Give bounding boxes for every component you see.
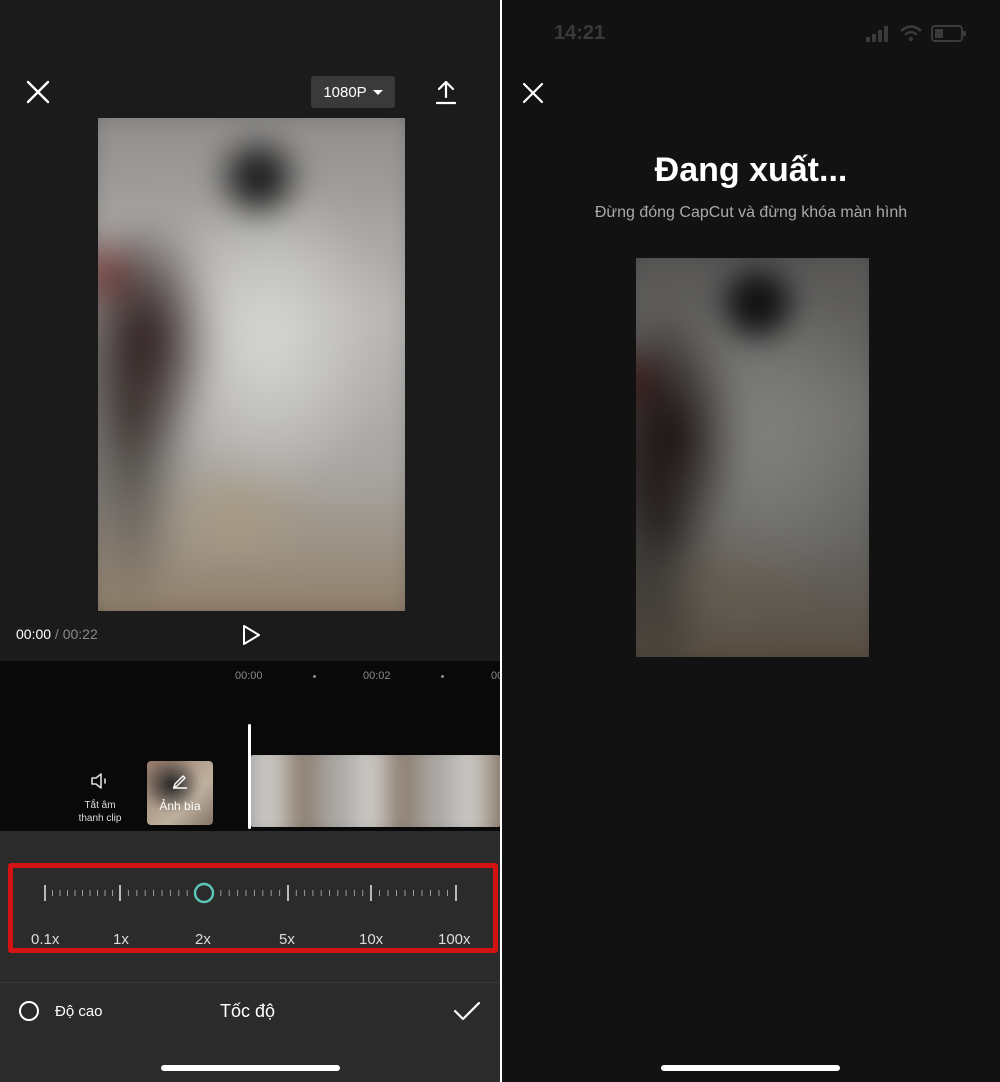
- timeline-dot: [313, 675, 316, 678]
- export-subtitle: Đừng đóng CapCut và đừng khóa màn hình: [594, 204, 908, 221]
- speed-scale-label: 2x: [195, 931, 211, 948]
- export-title: Đang xuất...: [654, 151, 848, 189]
- divider: [0, 982, 500, 983]
- home-indicator: [661, 1065, 840, 1071]
- close-button[interactable]: [24, 78, 52, 106]
- playback-time: 00:00 / 00:22: [16, 626, 98, 642]
- speed-panel: 0.1x 1x 2x 5x 10x 100x Độ cao Tốc độ: [0, 831, 500, 1082]
- status-time: 14:21: [554, 22, 606, 44]
- export-button[interactable]: [432, 78, 460, 106]
- mute-clip-button[interactable]: Tắt âm thanh clip: [72, 771, 128, 825]
- home-indicator: [161, 1065, 340, 1071]
- pitch-radio[interactable]: [19, 1001, 39, 1021]
- speed-scale-label: 0.1x: [31, 931, 60, 948]
- current-time: 00:00: [16, 626, 52, 642]
- edit-pen-icon: [173, 775, 187, 789]
- resolution-label: 1080P: [323, 83, 367, 101]
- cover-label: Ảnh bìa: [159, 799, 201, 813]
- speed-scale-label: 5x: [279, 931, 295, 948]
- time-separator: /: [51, 626, 63, 642]
- cancel-export-button[interactable]: [520, 80, 546, 106]
- timeline[interactable]: 00:00 00:02 00 Tắt âm thanh clip Ảnh bìa: [0, 661, 500, 831]
- upload-icon: [435, 80, 457, 105]
- total-time: 00:22: [62, 626, 98, 642]
- video-preview[interactable]: [98, 118, 405, 611]
- cover-button[interactable]: Ảnh bìa: [147, 761, 213, 825]
- play-icon: [243, 625, 260, 645]
- timeline-tick-label: 00:02: [363, 670, 391, 682]
- confirm-button[interactable]: [452, 997, 482, 1025]
- check-icon: [453, 1001, 481, 1021]
- edit-screen: 1080P 00:00 / 00:22 00:00 00:02 00 Tắt â…: [0, 0, 500, 1082]
- resolution-dropdown[interactable]: 1080P: [311, 76, 395, 108]
- speed-slider[interactable]: [0, 861, 500, 921]
- speed-scale-label: 10x: [359, 931, 384, 948]
- video-clip-track[interactable]: [251, 755, 500, 827]
- mute-label-line1: Tắt âm: [84, 800, 116, 811]
- mute-label-line2: thanh clip: [78, 813, 122, 824]
- pitch-label[interactable]: Độ cao: [55, 1003, 103, 1020]
- timeline-tick-label: 00: [491, 670, 500, 682]
- export-preview: [636, 258, 869, 657]
- signal-icon: [866, 26, 888, 42]
- speed-scale-label: 1x: [113, 931, 129, 948]
- timeline-tick-label: 00:00: [235, 670, 263, 682]
- battery-icon: [931, 25, 966, 42]
- play-button[interactable]: [238, 622, 264, 648]
- timeline-dot: [441, 675, 444, 678]
- caret-down-icon: [372, 89, 383, 95]
- speaker-icon: [91, 773, 106, 789]
- close-icon: [26, 80, 50, 104]
- slider-knob[interactable]: [193, 882, 215, 904]
- wifi-icon: [900, 25, 922, 42]
- speed-scale-label: 100x: [438, 931, 471, 948]
- close-icon: [522, 82, 544, 104]
- export-screen: 14:21 Đang xuất... Đừng đóng CapCut và đ…: [502, 0, 1000, 1082]
- panel-title: Tốc độ: [220, 1001, 276, 1021]
